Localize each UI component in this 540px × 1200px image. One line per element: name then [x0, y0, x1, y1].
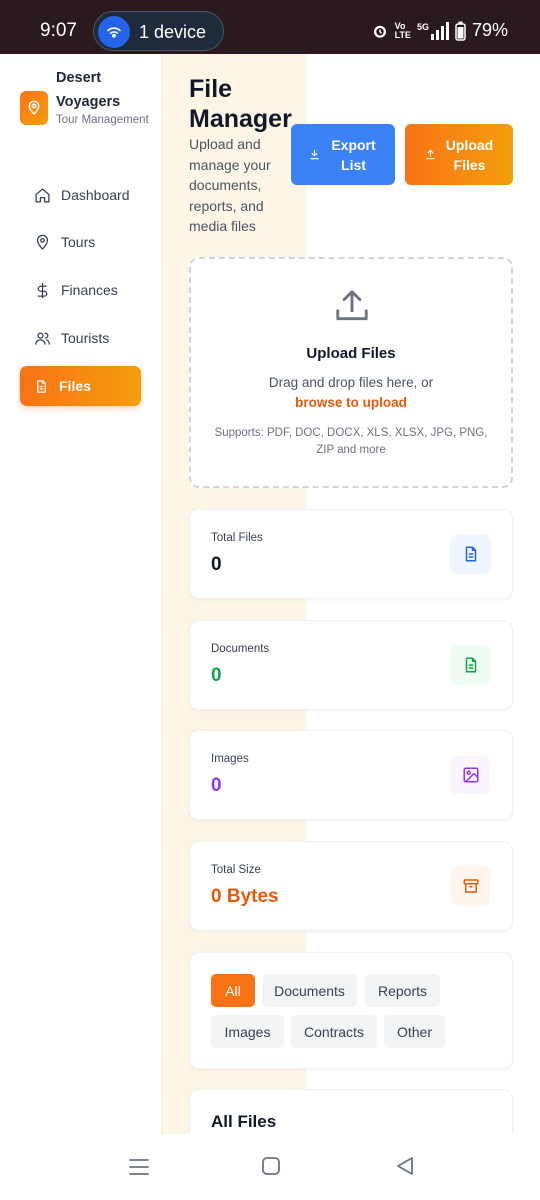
status-bar: 9:07 1 device Vo LTE 5G 79%: [0, 0, 540, 54]
device-count-label: 1 device: [139, 22, 207, 42]
archive-icon: [450, 866, 491, 906]
stat-card-total-size: Total Size 0 Bytes: [189, 841, 513, 931]
sidebar-item-label: Files: [59, 378, 91, 394]
stat-label: Total Files: [211, 532, 263, 544]
users-icon: [35, 332, 50, 345]
stat-label: Total Size: [211, 864, 261, 876]
supported-formats: Supports: PDF, DOC, DOCX, XLS, XLSX, JPG…: [214, 427, 488, 456]
all-files-title: All Files: [211, 1112, 277, 1131]
page-title: File Manager: [189, 75, 292, 133]
stat-value: 0 Bytes: [211, 886, 279, 907]
volte-indicator: Vo LTE: [394, 20, 411, 40]
home-icon: [35, 187, 50, 203]
connected-device-pill[interactable]: 1 device: [93, 11, 224, 51]
brand-subtitle: Tour Management: [56, 114, 149, 126]
export-list-button[interactable]: Export List: [291, 124, 395, 185]
stat-label: Images: [211, 753, 249, 765]
stat-card-images: Images 0: [189, 730, 513, 820]
page-description: Upload and manage your documents, report…: [189, 136, 271, 234]
filter-chip-documents[interactable]: Documents: [262, 974, 357, 1007]
stat-card-documents: Documents 0: [189, 620, 513, 710]
export-list-label: Export List: [331, 136, 376, 173]
browse-link[interactable]: browse to upload: [191, 395, 511, 410]
dollar-icon: [37, 282, 48, 298]
sidebar-item-files[interactable]: Files: [20, 366, 141, 406]
stat-value: 0: [211, 665, 222, 686]
signal-icon: 5G: [416, 21, 449, 40]
back-triangle-icon[interactable]: [395, 1156, 415, 1176]
stat-value: 0: [211, 554, 222, 575]
download-icon: [309, 149, 319, 160]
brand-logo-icon: [20, 91, 48, 125]
wifi-hotspot-icon: [98, 16, 130, 48]
main-content: File Manager Upload and manage your docu…: [162, 54, 540, 1134]
image-icon: [450, 755, 491, 795]
sidebar-item-label: Tourists: [61, 330, 110, 346]
dropzone-text: Drag and drop files here, or: [268, 375, 434, 390]
battery-percent: 79%: [471, 20, 508, 40]
document-icon: [450, 645, 491, 685]
sidebar-item-finances[interactable]: Finances: [20, 270, 141, 310]
upload-icon: [425, 149, 435, 160]
clock: 9:07: [40, 20, 77, 41]
file-icon: [37, 379, 46, 393]
all-files-card: All Files: [189, 1089, 513, 1134]
upload-files-button[interactable]: Upload Files: [405, 124, 513, 185]
filter-chip-other[interactable]: Other: [384, 1015, 445, 1048]
stat-value: 0: [211, 775, 222, 796]
sidebar-item-tours[interactable]: Tours: [20, 222, 141, 262]
upload-cloud-icon: [336, 290, 368, 321]
map-pin-icon: [36, 234, 49, 250]
upload-files-label: Upload Files: [445, 136, 494, 173]
home-button-icon[interactable]: [261, 1156, 281, 1176]
battery-icon: [455, 21, 466, 41]
alarm-icon: [373, 25, 386, 38]
recents-menu-icon[interactable]: [128, 1156, 150, 1178]
system-navigation-bar: [0, 1134, 540, 1200]
stat-card-total-files: Total Files 0: [189, 509, 513, 599]
sidebar-item-tourists[interactable]: Tourists: [20, 318, 141, 358]
sidebar-item-label: Dashboard: [61, 187, 130, 203]
sidebar: Desert Voyagers Tour Management Dashboar…: [0, 54, 162, 1134]
network-type-label: 5G: [416, 21, 429, 32]
document-icon: [450, 534, 491, 574]
dropzone-title: Upload Files: [306, 345, 396, 362]
filter-chip-images[interactable]: Images: [211, 1015, 284, 1048]
filter-chip-all[interactable]: All: [211, 974, 255, 1007]
system-icons: Vo LTE 5G 79%: [371, 20, 508, 41]
stat-label: Documents: [211, 643, 270, 655]
filter-card: All Documents Reports Images Contracts O…: [189, 952, 513, 1069]
sidebar-item-label: Finances: [61, 282, 118, 298]
brand-name: Desert Voyagers: [56, 70, 121, 110]
filter-chip-contracts[interactable]: Contracts: [291, 1015, 377, 1048]
sidebar-item-label: Tours: [61, 234, 96, 250]
upload-dropzone[interactable]: Upload Files Drag and drop files here, o…: [189, 257, 513, 488]
sidebar-item-dashboard[interactable]: Dashboard: [20, 175, 141, 215]
filter-chip-reports[interactable]: Reports: [365, 974, 440, 1007]
